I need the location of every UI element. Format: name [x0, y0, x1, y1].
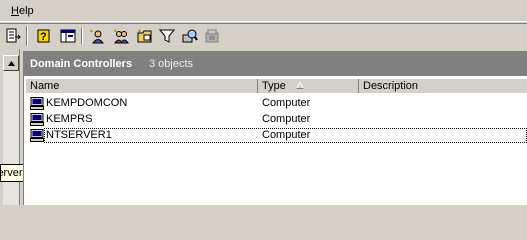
menu-help[interactable]: Help: [10, 4, 35, 18]
list-item[interactable]: KEMPDOMCON Computer: [26, 96, 527, 111]
computer-icon: [30, 113, 44, 126]
new-ou-button[interactable]: [136, 27, 154, 45]
item-type: Computer: [262, 113, 311, 125]
sort-ascending-icon: [296, 82, 304, 89]
toolbar-separator: [26, 26, 28, 46]
new-group-button[interactable]: [112, 27, 130, 45]
new-user-button[interactable]: [88, 27, 106, 45]
object-count: 3 objects: [149, 58, 194, 70]
help-icon: ?: [37, 29, 50, 43]
add-to-group-button[interactable]: [203, 27, 221, 45]
column-header-name[interactable]: Name: [26, 79, 258, 93]
pane-header: Domain Controllers 3 objects: [24, 52, 527, 76]
new-group-icon: [113, 28, 129, 44]
scroll-up-button[interactable]: [3, 55, 19, 71]
list-item[interactable]: NTSERVER1 Computer: [26, 128, 527, 143]
column-headers: Name Type Description: [26, 79, 527, 93]
column-header-type-label: Type: [262, 80, 286, 92]
column-header-description-label: Description: [363, 80, 419, 92]
find-button[interactable]: [181, 27, 199, 45]
export-list-button[interactable]: [4, 27, 22, 45]
item-type: Computer: [262, 97, 311, 109]
column-header-description[interactable]: Description: [359, 79, 527, 93]
pane-title: Domain Controllers: [30, 58, 133, 70]
new-ou-icon: [137, 28, 152, 43]
show-hide-tree-icon: [60, 29, 76, 43]
menu-help-label: elp: [18, 5, 34, 17]
new-user-icon: [89, 28, 104, 44]
item-name: KEMPRS: [46, 113, 93, 125]
svg-text:?: ?: [40, 31, 47, 43]
arrow-up-icon: [7, 60, 15, 66]
item-name: KEMPDOMCON: [46, 97, 128, 109]
details-pane: Domain Controllers 3 objects Name Type D…: [23, 51, 527, 205]
item-type: Computer: [262, 129, 311, 141]
vertical-scrollbar-track[interactable]: [3, 71, 19, 205]
show-hide-tree-button[interactable]: [59, 27, 77, 45]
filter-icon: [159, 29, 175, 43]
find-icon: [182, 29, 198, 43]
computer-icon: [30, 97, 44, 110]
export-list-icon: [6, 28, 21, 43]
computer-icon: [30, 129, 44, 142]
toolbar: ?: [0, 23, 527, 47]
filter-button[interactable]: [158, 27, 176, 45]
add-to-group-icon: [205, 29, 219, 43]
menu-bar: Help: [0, 0, 527, 22]
menu-help-mnemonic: H: [11, 5, 19, 17]
column-header-type[interactable]: Type: [258, 79, 359, 93]
column-header-name-label: Name: [30, 80, 60, 92]
item-name: NTSERVER1: [46, 129, 112, 141]
help-button[interactable]: ?: [35, 27, 53, 45]
list-item[interactable]: KEMPRS Computer: [26, 112, 527, 127]
toolbar-separator: [81, 28, 83, 44]
